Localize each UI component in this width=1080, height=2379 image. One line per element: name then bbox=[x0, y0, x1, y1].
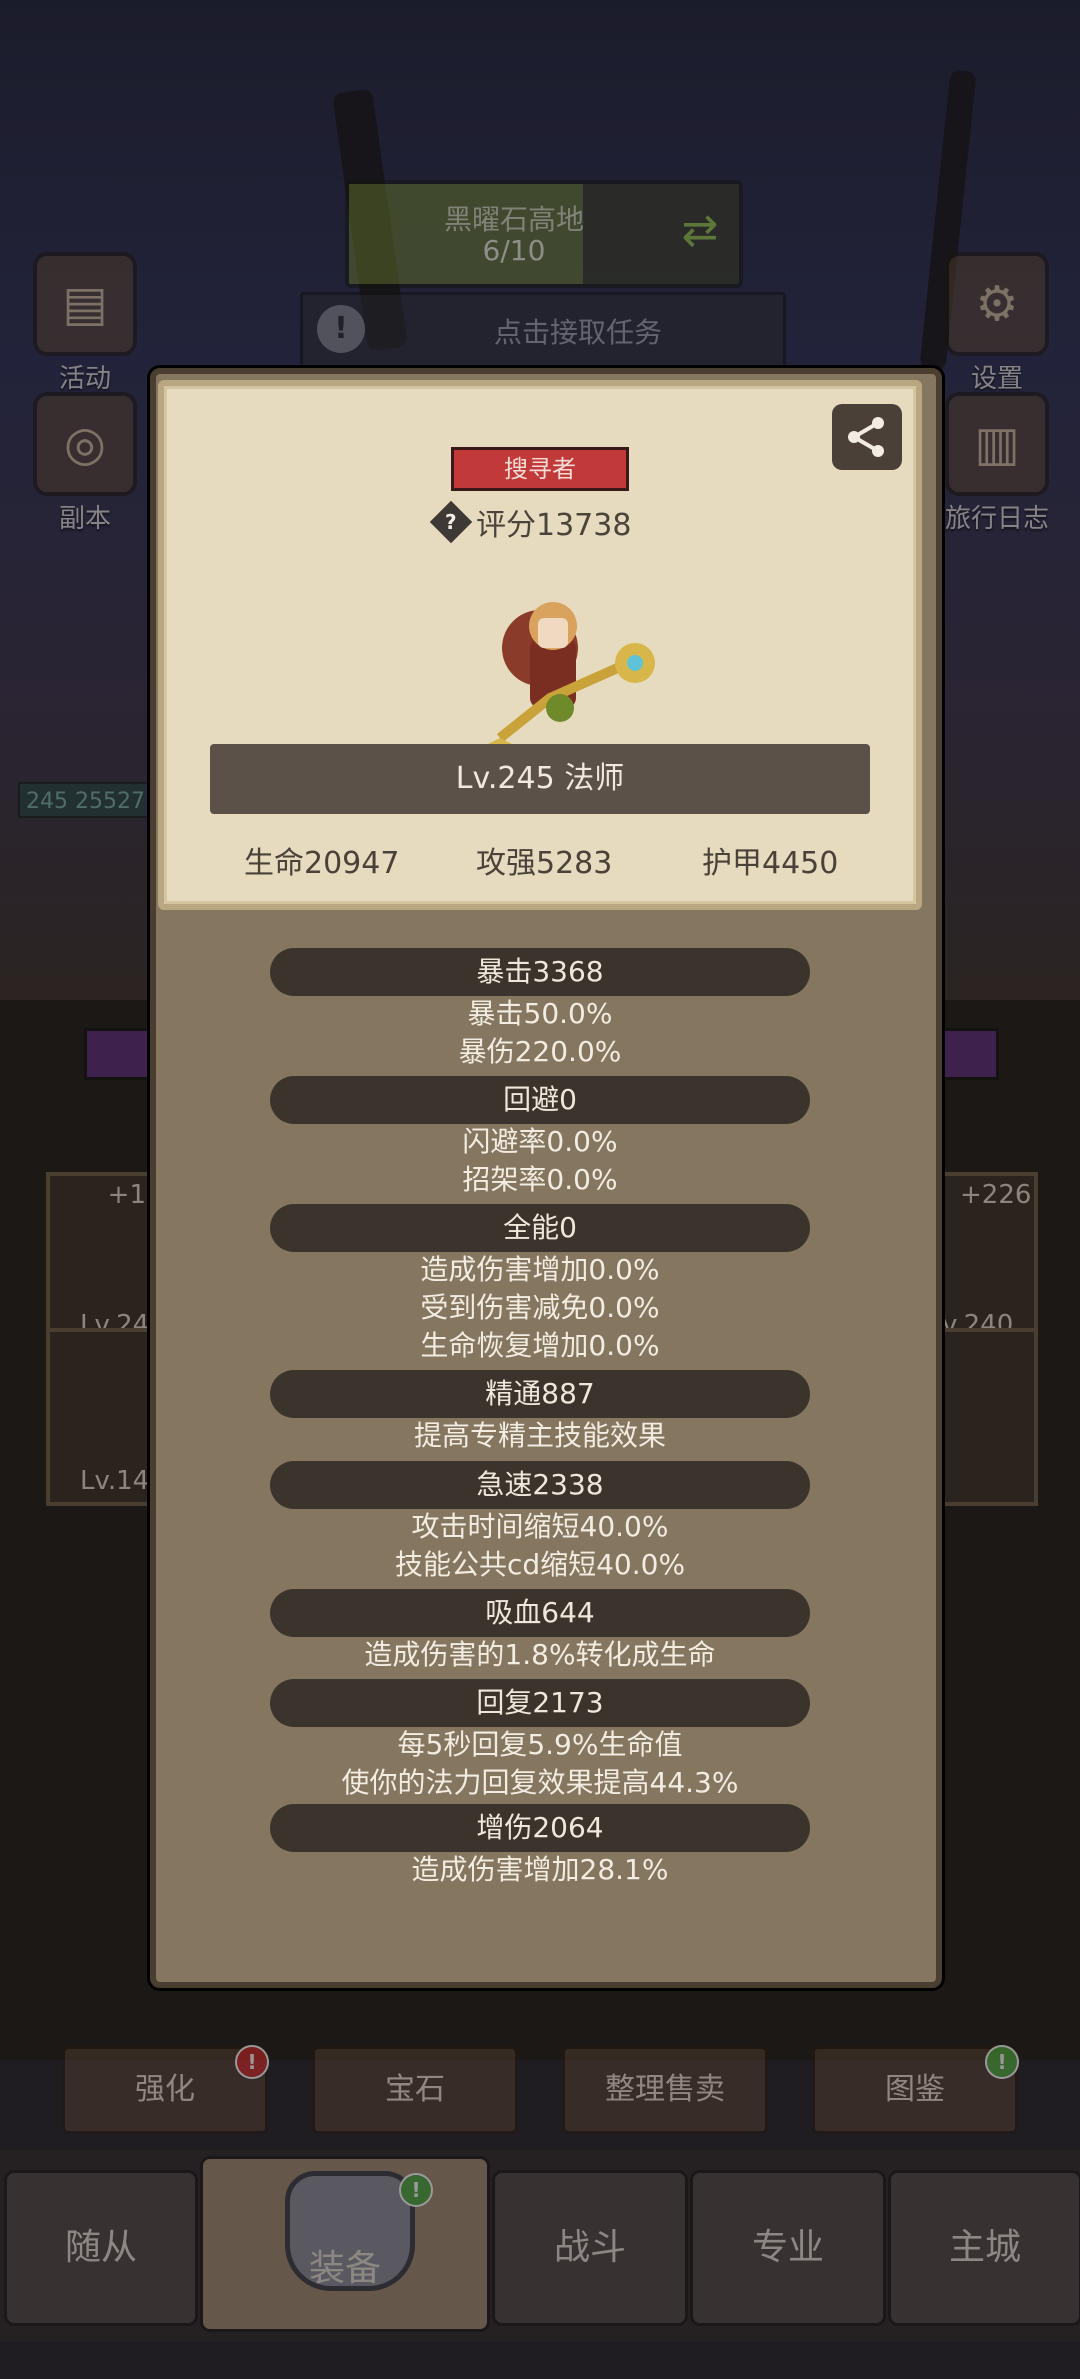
armor-stat: 护甲4450 bbox=[702, 846, 839, 881]
stat-header: 精通887 bbox=[270, 1370, 810, 1418]
stat-detail: 闪避率0.0% bbox=[462, 1125, 618, 1158]
scroll-icon: ▤ bbox=[33, 252, 137, 356]
stat-detail: 招架率0.0% bbox=[462, 1163, 618, 1196]
score-value: 评分13738 bbox=[476, 508, 632, 543]
gem-label: 宝石 bbox=[385, 2072, 445, 2107]
stat-header: 增伤2064 bbox=[270, 1804, 810, 1852]
stat-header: 回避0 bbox=[270, 1076, 810, 1124]
stat-header: 回复2173 bbox=[270, 1679, 810, 1727]
alert-badge: ! bbox=[985, 2045, 1019, 2079]
stat-detail: 暴击50.0% bbox=[467, 997, 613, 1030]
dungeon-button[interactable]: ◎ 副本 bbox=[20, 392, 150, 535]
equip-plus: +226 bbox=[960, 1180, 1032, 1210]
share-button[interactable] bbox=[832, 404, 902, 470]
character-portrait bbox=[480, 602, 655, 748]
equip-slot[interactable]: +226 v.240 bbox=[930, 1172, 1038, 1350]
help-icon[interactable]: ? bbox=[429, 500, 473, 544]
codex-label: 图鉴 bbox=[885, 2072, 945, 2107]
enhance-label: 强化 bbox=[135, 2072, 195, 2107]
hp-chip: 245 25527 bbox=[18, 782, 168, 818]
tab-followers[interactable]: 随从 bbox=[4, 2170, 198, 2326]
tab-battle-label: 战斗 bbox=[553, 2227, 626, 2268]
travel-log-label: 旅行日志 bbox=[944, 504, 1049, 534]
hp-chip-level: 245 bbox=[26, 789, 68, 814]
stat-header: 吸血644 bbox=[270, 1589, 810, 1637]
tab-equipment-label: 装备 bbox=[308, 2248, 381, 2289]
activity-button[interactable]: ▤ 活动 bbox=[20, 252, 150, 395]
zone-progress: 6/10 bbox=[482, 234, 546, 267]
codex-button[interactable]: 图鉴 ! bbox=[812, 2045, 1019, 2134]
score-row: ? 评分13738 bbox=[429, 500, 632, 544]
stat-header: 暴击3368 bbox=[270, 948, 810, 996]
stat-header: 全能0 bbox=[270, 1204, 810, 1252]
hp-chip-value: 25527 bbox=[75, 789, 145, 814]
stat-detail: 造成伤害增加0.0% bbox=[420, 1253, 660, 1286]
stat-detail: 提高专精主技能效果 bbox=[413, 1419, 666, 1452]
share-icon bbox=[848, 417, 884, 457]
stat-detail: 暴伤220.0% bbox=[458, 1035, 622, 1068]
alert-badge: ! bbox=[399, 2173, 433, 2207]
tab-followers-label: 随从 bbox=[64, 2227, 137, 2268]
travel-log-button[interactable]: ▥ 旅行日志 bbox=[925, 392, 1069, 535]
tab-profession-label: 专业 bbox=[751, 2227, 824, 2268]
zone-name: 黑曜石高地 bbox=[443, 203, 584, 236]
sort-sell-button[interactable]: 整理售卖 bbox=[562, 2046, 768, 2134]
level-class-bar: Lv.245 法师 bbox=[210, 744, 870, 814]
stat-header: 急速2338 bbox=[270, 1461, 810, 1509]
stat-detail: 技能公共cd缩短40.0% bbox=[394, 1548, 686, 1581]
bottom-nav: 随从 装备 ! 战斗 专业 主城 bbox=[0, 2150, 1080, 2341]
task-text: 点击接取任务 bbox=[493, 316, 662, 349]
stat-detail: 使你的法力回复效果提高44.3% bbox=[341, 1766, 739, 1799]
stat-detail: 受到伤害减免0.0% bbox=[420, 1291, 660, 1324]
sort-sell-label: 整理售卖 bbox=[605, 2072, 725, 2107]
gear-icon: ⚙ bbox=[945, 252, 1049, 356]
tab-equipment[interactable]: 装备 ! bbox=[200, 2156, 490, 2332]
equip-level: Lv.14( bbox=[80, 1466, 160, 1496]
alert-badge: ! bbox=[235, 2045, 269, 2079]
swap-icon[interactable]: ⇄ bbox=[675, 206, 725, 256]
gem-button[interactable]: 宝石 bbox=[312, 2046, 518, 2134]
stat-detail: 造成伤害的1.8%转化成生命 bbox=[364, 1638, 716, 1671]
stat-detail: 攻击时间缩短40.0% bbox=[411, 1510, 669, 1543]
equip-slot[interactable] bbox=[930, 1328, 1038, 1506]
zone-progress-panel[interactable]: 黑曜石高地 6/10 ⇄ bbox=[345, 180, 743, 288]
equip-slot[interactable]: +1 Lv.24( bbox=[46, 1172, 159, 1350]
hp-stat: 生命20947 bbox=[244, 846, 400, 881]
book-icon: ▥ bbox=[945, 392, 1049, 496]
alert-icon: ! bbox=[317, 305, 365, 353]
equip-plus: +1 bbox=[107, 1180, 146, 1210]
tab-main-city[interactable]: 主城 bbox=[888, 2170, 1080, 2326]
settings-label: 设置 bbox=[970, 364, 1023, 394]
task-bar[interactable]: ! 点击接取任务 bbox=[300, 292, 786, 368]
activity-label: 活动 bbox=[58, 364, 111, 394]
equip-slot[interactable]: Lv.14( bbox=[46, 1328, 159, 1506]
tab-main-city-label: 主城 bbox=[948, 2227, 1021, 2268]
tab-profession[interactable]: 专业 bbox=[690, 2170, 886, 2326]
tab-battle[interactable]: 战斗 bbox=[492, 2170, 688, 2326]
stat-detail: 造成伤害增加28.1% bbox=[411, 1853, 669, 1886]
stat-detail: 生命恢复增加0.0% bbox=[420, 1329, 660, 1362]
portal-icon: ◎ bbox=[33, 392, 137, 496]
attack-stat: 攻强5283 bbox=[476, 846, 613, 881]
settings-button[interactable]: ⚙ 设置 bbox=[932, 252, 1062, 395]
help-glyph: ? bbox=[445, 509, 457, 534]
role-tag: 搜寻者 bbox=[451, 447, 629, 491]
dungeon-label: 副本 bbox=[58, 504, 111, 534]
enhance-button[interactable]: 强化 ! bbox=[62, 2045, 269, 2134]
stat-detail: 每5秒回复5.9%生命值 bbox=[397, 1728, 683, 1761]
